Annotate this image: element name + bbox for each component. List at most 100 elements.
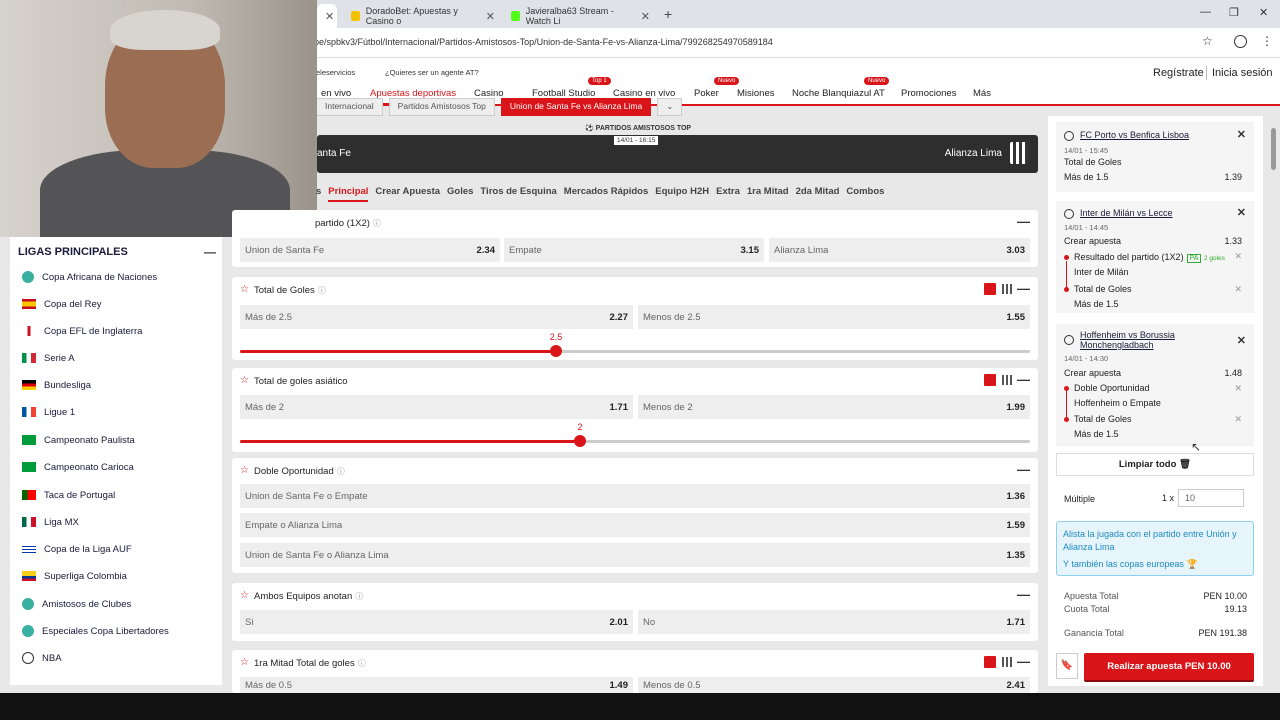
login-link[interactable]: Inicia sesión [1212, 67, 1273, 79]
star-icon[interactable]: ☆ [240, 375, 249, 386]
odd-button[interactable]: Union de Santa Fe o Empate 1.36 [240, 484, 1030, 508]
league-item[interactable]: Copa del Rey [22, 296, 102, 312]
remove-leg-icon[interactable]: ✕ [1234, 284, 1242, 295]
league-item[interactable]: Copa EFL de Inglaterra [22, 323, 142, 339]
odd-button[interactable]: Menos de 2 1.99 [638, 395, 1030, 419]
nav-missions[interactable]: Misiones [737, 88, 775, 99]
tab-first-half[interactable]: 1ra Mitad [747, 186, 789, 202]
tab-h2h[interactable]: Equipo H2H [655, 186, 709, 202]
new-tab-icon[interactable]: + [664, 6, 672, 22]
league-item[interactable]: Bundesliga [22, 377, 91, 393]
menu-dots-icon[interactable]: ⋮ [1261, 34, 1273, 48]
league-item[interactable]: Copa Africana de Naciones [22, 269, 157, 285]
browser-tab-stream[interactable]: Javieralba63 Stream - Watch Li ✕ [503, 4, 658, 28]
odd-button[interactable]: Más de 2 1.71 [240, 395, 633, 419]
profile-icon[interactable] [1234, 35, 1247, 48]
tab-goles[interactable]: Goles [447, 186, 473, 202]
odd-button[interactable]: Más de 2.5 2.27 [240, 305, 633, 329]
star-icon[interactable]: ☆ [240, 465, 249, 476]
league-item[interactable]: NBA [22, 650, 62, 666]
breadcrumb-item-current[interactable]: Union de Santa Fe vs Alianza Lima [500, 98, 652, 116]
collapse-icon[interactable]: — [1017, 587, 1030, 602]
chevron-down-icon[interactable]: ⌄ [657, 98, 683, 116]
odd-button[interactable]: No 1.71 [638, 610, 1030, 634]
bookmark-star-icon[interactable]: ☆ [1202, 34, 1213, 48]
odd-button[interactable]: Empate 3.15 [504, 238, 764, 262]
star-icon[interactable]: ☆ [240, 590, 249, 601]
odd-button[interactable]: Menos de 0.5 2.41 [638, 677, 1030, 693]
goal-line-slider[interactable]: 2.5 [240, 332, 1030, 357]
grid-icon[interactable] [1002, 284, 1012, 294]
collapse-icon[interactable]: — [204, 245, 216, 259]
url-input[interactable]: pe/spbkv3/Fútbol/Internacional/Partidos-… [314, 37, 773, 47]
selection-match[interactable]: FC Porto vs Benfica Lisboa [1080, 130, 1189, 140]
collapse-icon[interactable]: — [1017, 214, 1030, 229]
league-item[interactable]: Campeonato Carioca [22, 459, 134, 475]
nav-poker[interactable]: Nuevo Poker [694, 77, 740, 99]
bet-builder-icon[interactable] [984, 374, 996, 386]
bet-builder-icon[interactable] [984, 283, 996, 295]
nav-noche[interactable]: Nuevo Noche Blanquiazul AT [792, 77, 890, 99]
star-icon[interactable]: ☆ [240, 284, 249, 295]
remove-leg-icon[interactable]: ✕ [1234, 414, 1242, 425]
tab-fast-markets[interactable]: Mercados Rápidos [564, 186, 648, 202]
selection-match[interactable]: Monchengladbach [1080, 340, 1154, 350]
collapse-icon[interactable]: — [1017, 281, 1030, 296]
tab-principal[interactable]: Principal [328, 186, 369, 202]
league-item[interactable]: Superliga Colombia [22, 568, 127, 584]
remove-selection-icon[interactable]: ✕ [1237, 334, 1246, 347]
selection-match[interactable]: Hoffenheim vs Borussia [1080, 330, 1175, 340]
breadcrumb-item[interactable]: Partidos Amistosos Top [388, 98, 495, 116]
slider-knob[interactable] [574, 435, 586, 447]
bet-builder-icon[interactable] [984, 656, 996, 668]
browser-tab-doradobet[interactable]: DoradoBet: Apuestas y Casino o ✕ [343, 4, 503, 28]
services-link[interactable]: eleservicios [316, 68, 355, 77]
nav-more[interactable]: Más [973, 88, 991, 99]
odd-button[interactable]: Más de 0.5 1.49 [240, 677, 633, 693]
league-item[interactable]: Campeonato Paulista [22, 432, 135, 448]
odd-button[interactable]: Empate o Alianza Lima 1.59 [240, 513, 1030, 537]
place-bet-button[interactable]: Realizar apuesta PEN 10.00 [1084, 653, 1254, 680]
league-item[interactable]: Ligue 1 [22, 404, 75, 420]
clear-all-button[interactable]: Limpiar todo 🗑 [1056, 453, 1254, 476]
remove-leg-icon[interactable]: ✕ [1234, 383, 1242, 394]
league-item[interactable]: Amistosos de Clubes [22, 596, 131, 612]
minimize-icon[interactable]: — [1200, 6, 1211, 18]
league-item[interactable]: Serie A [22, 350, 75, 366]
bookmark-icon[interactable]: 🔖 [1056, 653, 1078, 679]
remove-selection-icon[interactable]: ✕ [1237, 206, 1246, 219]
tab-combos[interactable]: Combos [846, 186, 884, 202]
remove-leg-icon[interactable]: ✕ [1234, 251, 1242, 262]
scrollbar[interactable] [1271, 128, 1276, 170]
odd-button[interactable]: Si 2.01 [240, 610, 633, 634]
goal-line-slider[interactable]: 2 [240, 422, 1030, 447]
odd-button[interactable]: Union de Santa Fe o Alianza Lima 1.35 [240, 543, 1030, 567]
close-tab-icon[interactable]: ✕ [325, 10, 334, 23]
league-item[interactable]: Taca de Portugal [22, 487, 115, 503]
close-tab-icon[interactable]: ✕ [486, 10, 495, 23]
odd-button[interactable]: Menos de 2.5 1.55 [638, 305, 1030, 329]
tab-prev[interactable]: s [316, 186, 321, 202]
tab-corners[interactable]: Tiros de Esquina [480, 186, 556, 202]
collapse-icon[interactable]: — [1017, 654, 1030, 669]
league-item[interactable]: Copa de la Liga AUF [22, 541, 132, 557]
league-item[interactable]: Especiales Copa Libertadores [22, 623, 169, 639]
grid-icon[interactable] [1002, 375, 1012, 385]
tab-extra[interactable]: Extra [716, 186, 740, 202]
restore-icon[interactable]: ❐ [1229, 6, 1239, 19]
promo-banner[interactable]: Alista la jugada con el partido entre Un… [1056, 521, 1254, 576]
agent-link[interactable]: ¿Quieres ser un agente AT? [385, 68, 479, 77]
close-window-icon[interactable]: ✕ [1259, 6, 1268, 19]
odd-button[interactable]: Union de Santa Fe 2.34 [240, 238, 500, 262]
selection-match[interactable]: Inter de Milán vs Lecce [1080, 208, 1173, 218]
tab-crear-apuesta[interactable]: Crear Apuesta [375, 186, 440, 202]
browser-tab-current[interactable]: ✕ [317, 4, 337, 28]
register-link[interactable]: Regístrate [1153, 67, 1204, 79]
breadcrumb-item[interactable]: Internacional [316, 98, 383, 116]
collapse-icon[interactable]: — [1017, 372, 1030, 387]
close-tab-icon[interactable]: ✕ [641, 10, 650, 23]
tab-second-half[interactable]: 2da Mitad [796, 186, 840, 202]
star-icon[interactable]: ☆ [240, 657, 249, 668]
nav-promotions[interactable]: Promociones [901, 88, 956, 99]
slider-knob[interactable] [550, 345, 562, 357]
